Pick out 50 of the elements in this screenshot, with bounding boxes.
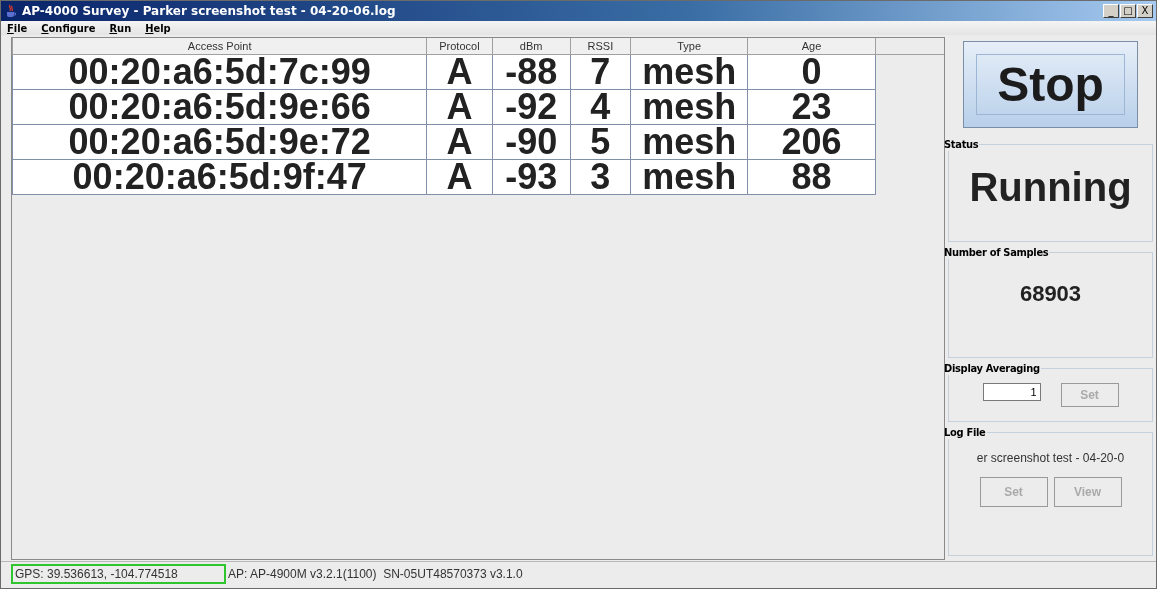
gps-reading: GPS: 39.536613, -104.774518 [11,564,226,584]
group-title: Display Averaging [943,362,1041,375]
maximize-button[interactable]: □ [1120,4,1136,18]
minimize-button[interactable]: _ [1103,4,1119,18]
window-title: AP-4000 Survey - Parker screenshot test - 04-20-06.log [22,4,397,18]
table-cell: A [426,89,493,125]
group-title: Log File [943,426,987,439]
status-value: Running [968,165,1133,210]
group-title: Number of Samples [943,246,1050,259]
table-cell: 00:20:a6:5d:9e:66 [12,89,427,125]
table-cell: -88 [492,54,571,90]
table-cell: 88 [747,159,876,195]
table-cell: 23 [747,89,876,125]
close-button[interactable]: X [1137,4,1153,18]
table-cell: A [426,159,493,195]
table-cell: mesh [630,89,748,125]
column-header[interactable]: Age [747,38,876,55]
column-header[interactable]: Access Point [12,38,427,55]
table-cell: A [426,54,493,90]
table-cell: 206 [747,124,876,160]
menu-item[interactable]: Configure [39,21,98,35]
table-cell: mesh [630,159,748,195]
table-cell: 3 [570,159,631,195]
table-cell: 00:20:a6:5d:9e:72 [12,124,427,160]
table-cell: 00:20:a6:5d:7c:99 [12,54,427,90]
menu-item[interactable]: Help [143,21,173,35]
column-header[interactable]: dBm [492,38,571,55]
table-cell: 0 [747,54,876,90]
device-info: AP: AP-4900M v3.2.1(1100) SN-05UT48570373 v3.1.0 [228,567,523,581]
column-header[interactable]: Protocol [426,38,493,55]
table-cell: 4 [570,89,631,125]
column-header[interactable]: Type [630,38,748,55]
table-cell: -93 [492,159,571,195]
table-cell: 5 [570,124,631,160]
table-cell: -90 [492,124,571,160]
stop-button[interactable]: Stop [963,41,1138,128]
group-title: Status [943,138,980,151]
samples-count: 68903 [1018,281,1083,307]
coffee-cup-icon [4,4,18,18]
averaging-field[interactable]: 1 [982,383,1041,401]
table-cell: 00:20:a6:5d:9f:47 [12,159,427,195]
log-file-name: er screenshot test - 04-20-0 [975,451,1126,465]
table-cell: -92 [492,89,571,125]
table-cell: mesh [630,54,748,90]
menu-item[interactable]: Run [107,21,134,35]
column-header[interactable]: RSSI [570,38,631,55]
table-cell: A [426,124,493,160]
menu-item[interactable]: File [5,21,30,35]
table-cell: mesh [630,124,748,160]
table-cell: 7 [570,54,631,90]
